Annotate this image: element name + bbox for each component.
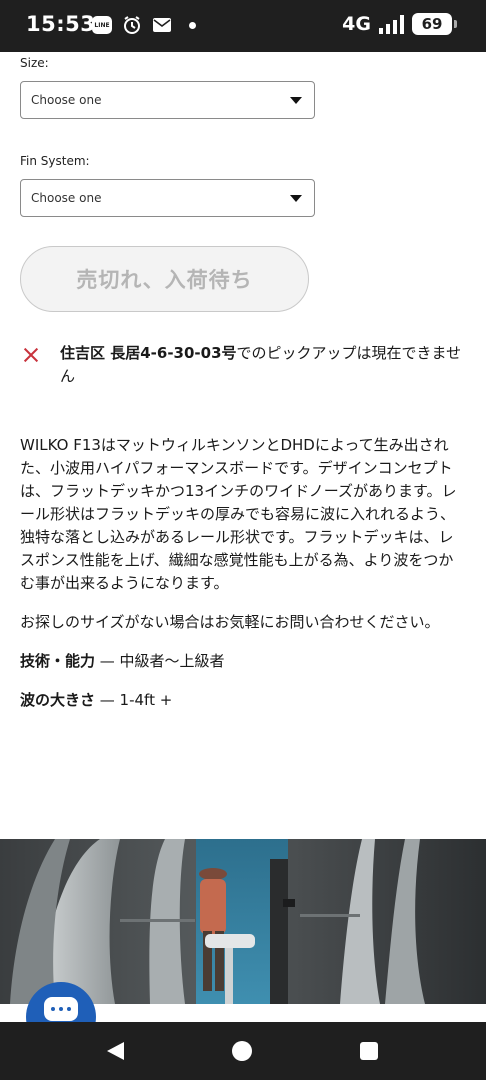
pickup-text: 住吉区 長居4-6-30-03号でのピックアップは現在できません [60, 342, 470, 388]
status-time: 15:53 [26, 12, 96, 36]
notification-dot-icon [182, 15, 202, 35]
battery-icon: 69 [412, 13, 457, 35]
back-icon[interactable] [107, 1042, 124, 1060]
chevron-down-icon [290, 195, 302, 202]
fin-system-label: Fin System: [20, 154, 90, 168]
status-right: 4G 69 [342, 13, 457, 35]
skill-label: 技術・能力 [20, 652, 96, 670]
pickup-availability: 住吉区 長居4-6-30-03号でのピックアップは現在できません [20, 342, 470, 388]
chat-icon [44, 997, 78, 1021]
pickup-location: 住吉区 長居4-6-30-03号 [60, 344, 237, 362]
skill-level: 技術・能力 — 中級者〜上級者 [20, 650, 468, 673]
skill-value: — 中級者〜上級者 [95, 652, 225, 670]
fin-system-select[interactable]: Choose one [20, 179, 315, 217]
signal-icon [379, 14, 404, 34]
soldout-button[interactable]: 売切れ、入荷待ち [20, 246, 309, 312]
network-type: 4G [342, 13, 371, 35]
home-icon[interactable] [232, 1041, 252, 1061]
shaping-room-photo [0, 839, 486, 1004]
chevron-down-icon [290, 97, 302, 104]
close-icon [22, 346, 40, 364]
alarm-icon [122, 15, 142, 35]
wave-label: 波の大きさ [20, 691, 96, 709]
size-select-value: Choose one [31, 93, 102, 107]
status-bar: 15:53 LINE 4G 69 [0, 0, 486, 52]
description-paragraph: お探しのサイズがない場合はお気軽にお問い合わせください。 [20, 613, 440, 631]
line-icon: LINE [92, 15, 112, 35]
size-label: Size: [20, 56, 49, 70]
description-paragraph: WILKO F13はマットウィルキンソンとDHDによって生み出された、小波用ハイ… [20, 436, 457, 592]
navigation-bar [0, 1022, 486, 1080]
wave-size: 波の大きさ — 1-4ft + [20, 689, 468, 712]
mail-icon [152, 15, 172, 35]
fin-system-select-value: Choose one [31, 191, 102, 205]
product-description: WILKO F13はマットウィルキンソンとDHDによって生み出された、小波用ハイ… [20, 434, 468, 728]
recents-icon[interactable] [360, 1042, 378, 1060]
size-select[interactable]: Choose one [20, 81, 315, 119]
wave-value: — 1-4ft + [95, 691, 173, 709]
notification-icons: LINE [92, 15, 202, 35]
